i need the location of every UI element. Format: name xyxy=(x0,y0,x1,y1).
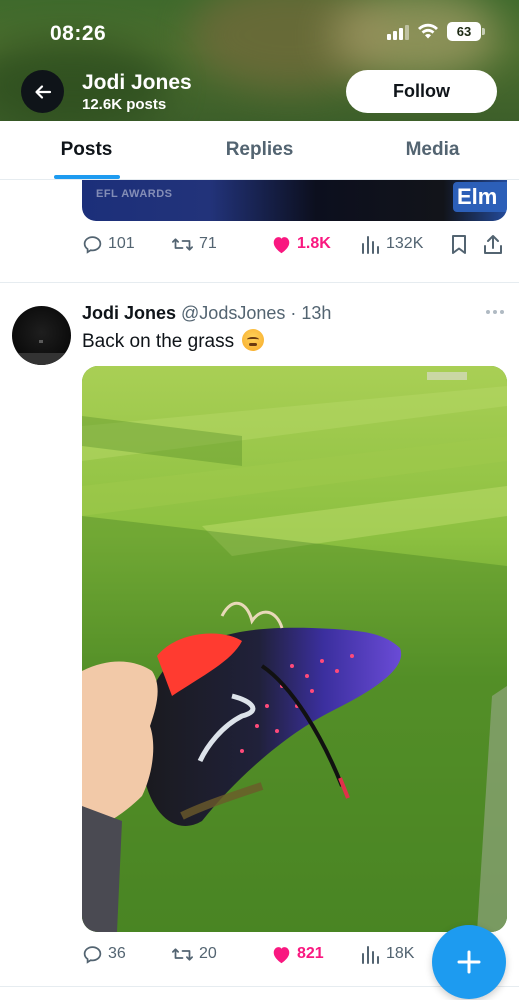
more-icon[interactable] xyxy=(486,310,504,314)
wifi-icon xyxy=(418,23,438,39)
previous-post-actions: 101 71 1.8K 132K xyxy=(82,229,507,259)
author-name[interactable]: Jodi Jones xyxy=(82,303,176,324)
compose-button[interactable] xyxy=(432,925,506,999)
views-icon xyxy=(362,235,379,254)
views-count: 132K xyxy=(386,235,424,252)
tab-label: Replies xyxy=(225,139,294,160)
tweet-text-content: Back on the grass xyxy=(82,331,235,352)
share-button[interactable] xyxy=(483,234,503,255)
profile-header: 08:26 63 Jodi Jones 12.6K posts Follow xyxy=(0,0,519,121)
previous-post-media[interactable]: EFL AWARDS Elm xyxy=(82,180,507,221)
reply-count: 36 xyxy=(108,945,126,962)
repost-button[interactable]: 71 xyxy=(171,234,271,255)
profile-name: Jodi Jones xyxy=(82,71,192,94)
media-caption: EFL AWARDS xyxy=(96,188,173,200)
profile-posts-count: 12.6K posts xyxy=(82,96,167,113)
tab-replies[interactable]: Replies xyxy=(173,121,346,179)
heart-icon xyxy=(273,946,290,963)
tweet-text: Back on the grass xyxy=(82,329,265,353)
reply-count: 101 xyxy=(108,235,135,252)
reply-button[interactable]: 101 xyxy=(82,234,171,255)
plus-icon xyxy=(457,950,481,974)
active-tab-indicator xyxy=(53,175,120,179)
repost-icon xyxy=(172,947,193,961)
avatar[interactable] xyxy=(12,306,71,365)
tweet-image[interactable] xyxy=(82,366,507,932)
repost-count: 20 xyxy=(199,945,217,962)
like-button[interactable]: 821 xyxy=(271,945,361,964)
tab-label: Posts xyxy=(60,139,113,160)
heart-icon xyxy=(273,236,290,253)
views-icon xyxy=(362,945,379,964)
tab-media[interactable]: Media xyxy=(346,121,519,179)
back-button[interactable] xyxy=(21,70,64,113)
repost-icon xyxy=(172,237,193,251)
status-time: 08:26 xyxy=(50,22,107,45)
battery-icon: 63 xyxy=(447,22,485,41)
reply-button[interactable]: 36 xyxy=(82,944,171,965)
tab-posts[interactable]: Posts xyxy=(0,121,173,179)
bookmark-icon xyxy=(452,234,466,254)
back-arrow-icon xyxy=(34,84,51,99)
like-count: 1.8K xyxy=(297,235,331,252)
repost-button[interactable]: 20 xyxy=(171,944,271,965)
profile-tabs: Posts Replies Media xyxy=(0,121,519,180)
tweet-header: Jodi Jones @JodsJones · 13h xyxy=(82,303,331,324)
repost-count: 71 xyxy=(199,235,217,252)
reply-icon xyxy=(83,945,102,964)
views-count: 18K xyxy=(386,945,415,962)
bookmark-button[interactable] xyxy=(450,234,483,255)
like-button[interactable]: 1.8K xyxy=(271,235,361,254)
face-with-steam-from-nose-icon xyxy=(242,329,265,351)
status-icons: 63 xyxy=(387,22,485,41)
reply-icon xyxy=(83,235,102,254)
share-icon xyxy=(484,234,502,254)
signal-icon xyxy=(387,24,409,40)
football-boot-photo xyxy=(82,366,507,932)
author-handle[interactable]: @JodsJones xyxy=(181,303,285,324)
follow-button[interactable]: Follow xyxy=(346,70,497,113)
like-count: 821 xyxy=(297,945,324,962)
tab-label: Media xyxy=(405,139,460,160)
post-divider xyxy=(0,282,519,283)
media-brand: Elm xyxy=(453,182,507,212)
tweet-time: · 13h xyxy=(290,303,332,323)
views-button[interactable]: 132K xyxy=(361,235,450,254)
